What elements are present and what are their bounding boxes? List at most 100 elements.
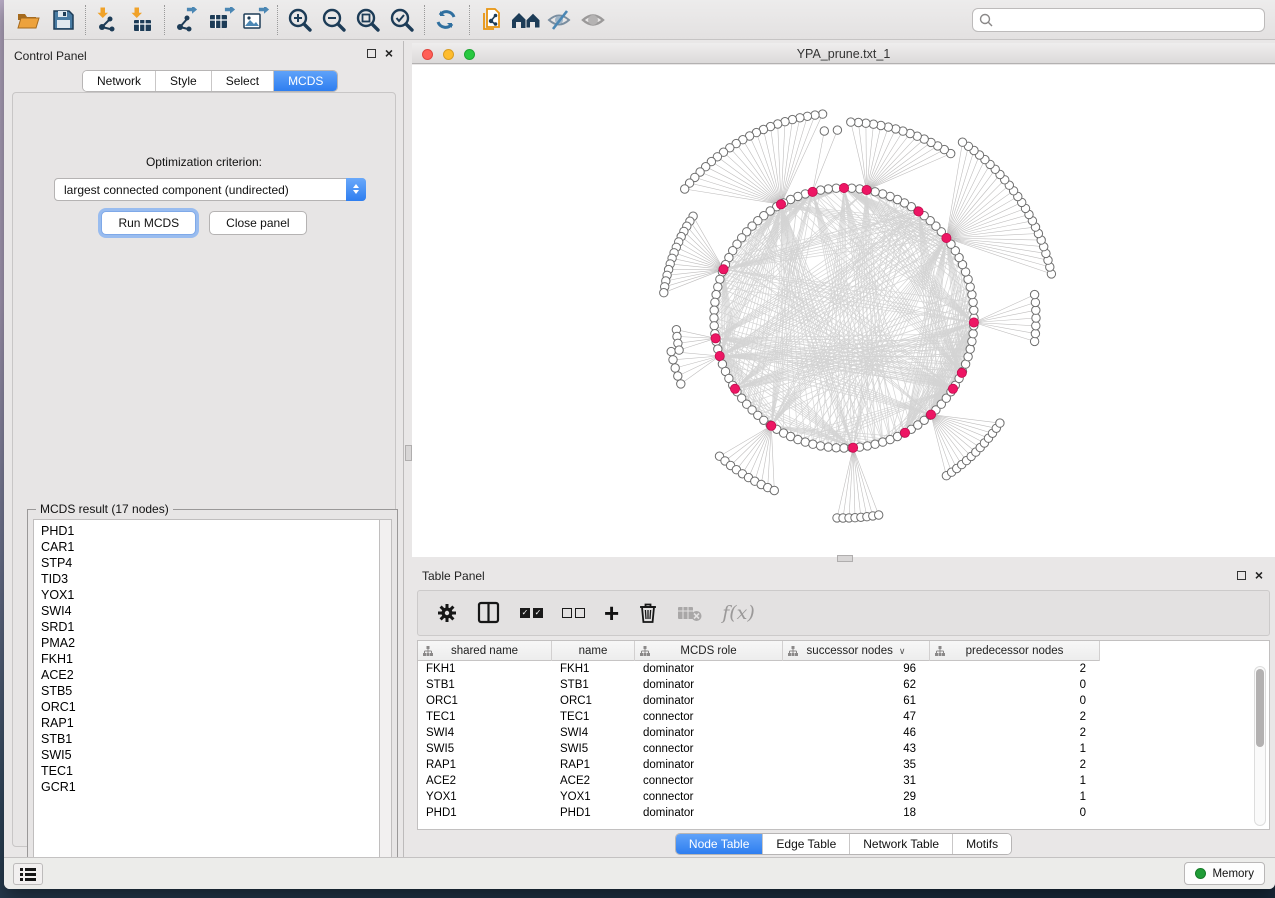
tab-select[interactable]: Select: [212, 71, 274, 91]
zoom-fit-icon[interactable]: [351, 4, 385, 36]
float-panel-icon[interactable]: [367, 49, 376, 58]
save-session-icon[interactable]: [46, 4, 80, 36]
column-header-MCDS-role[interactable]: MCDS role: [635, 641, 783, 661]
mcds-result-box: MCDS result (17 nodes) PHD1CAR1STP4TID3Y…: [27, 509, 398, 880]
tab-node-table[interactable]: Node Table: [676, 834, 764, 854]
table-row[interactable]: STB1STB1dominator620: [418, 677, 1269, 693]
deselect-all-icon[interactable]: [562, 598, 585, 628]
search-input[interactable]: [997, 13, 1258, 27]
show-all-icon[interactable]: [509, 4, 543, 36]
table-row[interactable]: RAP1RAP1dominator352: [418, 757, 1269, 773]
result-item[interactable]: STP4: [41, 555, 379, 571]
result-item[interactable]: ORC1: [41, 699, 379, 715]
table-row[interactable]: YOX1YOX1connector291: [418, 789, 1269, 805]
table-options-icon[interactable]: [436, 598, 458, 628]
refresh-icon[interactable]: [430, 4, 464, 36]
close-table-panel-icon[interactable]: ×: [1255, 569, 1263, 581]
column-header-shared-name[interactable]: shared name: [418, 641, 552, 661]
splitter-grip[interactable]: [405, 445, 412, 461]
table-cell: SWI5: [418, 741, 552, 757]
mcds-result-list[interactable]: PHD1CAR1STP4TID3YOX1SWI4SRD1PMA2FKH1ACE2…: [33, 519, 380, 874]
search-field[interactable]: [972, 8, 1265, 32]
table-cell: TEC1: [552, 709, 635, 725]
import-network-icon[interactable]: [91, 4, 125, 36]
tab-edge-table[interactable]: Edge Table: [763, 834, 850, 854]
float-table-panel-icon[interactable]: [1237, 571, 1246, 580]
result-item[interactable]: YOX1: [41, 587, 379, 603]
mcds-tab-content: Optimization criterion: largest connecte…: [12, 92, 396, 847]
column-header-predecessor-nodes[interactable]: predecessor nodes: [930, 641, 1100, 661]
table-row[interactable]: ACE2ACE2connector311: [418, 773, 1269, 789]
table-row[interactable]: PHD1PHD1dominator180: [418, 805, 1269, 821]
result-item[interactable]: ACE2: [41, 667, 379, 683]
tab-network[interactable]: Network: [83, 71, 156, 91]
result-item[interactable]: SWI4: [41, 603, 379, 619]
table-cell: TEC1: [418, 709, 552, 725]
result-item[interactable]: PHD1: [41, 523, 379, 539]
close-panel-button[interactable]: Close panel: [209, 211, 306, 235]
network-graph: [412, 65, 1275, 557]
table-cell: PHD1: [552, 805, 635, 821]
result-item[interactable]: GCR1: [41, 779, 379, 795]
search-icon: [979, 13, 993, 27]
network-canvas[interactable]: [412, 65, 1275, 557]
column-header-name[interactable]: name: [552, 641, 635, 661]
result-item[interactable]: STB1: [41, 731, 379, 747]
show-graphics-icon[interactable]: [577, 4, 611, 36]
column-layout-icon[interactable]: [477, 598, 501, 628]
tab-mcds[interactable]: MCDS: [274, 71, 337, 91]
column-header-successor-nodes[interactable]: successor nodes∨: [783, 641, 930, 661]
tab-motifs[interactable]: Motifs: [953, 834, 1011, 854]
result-item[interactable]: CAR1: [41, 539, 379, 555]
tab-network-table[interactable]: Network Table: [850, 834, 953, 854]
table-row[interactable]: FKH1FKH1dominator962: [418, 661, 1269, 677]
result-item[interactable]: STB5: [41, 683, 379, 699]
table-cell: FKH1: [418, 661, 552, 677]
result-item[interactable]: SWI5: [41, 747, 379, 763]
zoom-in-icon[interactable]: [283, 4, 317, 36]
export-table-icon[interactable]: [204, 4, 238, 36]
table-scrollbar-thumb[interactable]: [1256, 669, 1264, 747]
vertical-splitter[interactable]: [403, 41, 412, 857]
status-bar: Memory: [4, 857, 1275, 889]
table-cell: ACE2: [552, 773, 635, 789]
task-history-button[interactable]: [13, 863, 43, 885]
table-row[interactable]: TEC1TEC1connector472: [418, 709, 1269, 725]
result-item[interactable]: PMA2: [41, 635, 379, 651]
import-table-icon[interactable]: [125, 4, 159, 36]
zoom-out-icon[interactable]: [317, 4, 351, 36]
optimization-criterion-select[interactable]: largest connected component (undirected): [54, 178, 366, 201]
result-item[interactable]: TID3: [41, 571, 379, 587]
zoom-selected-icon[interactable]: [385, 4, 419, 36]
network-window-titlebar[interactable]: YPA_prune.txt_1: [412, 43, 1275, 64]
toolbar-separator: [277, 5, 278, 35]
hide-graphics-icon[interactable]: [543, 4, 577, 36]
result-item[interactable]: RAP1: [41, 715, 379, 731]
delete-table-icon: [677, 598, 703, 628]
clone-network-icon[interactable]: [475, 4, 509, 36]
cytoscape-window: Control Panel × Network Style Select MCD…: [4, 0, 1275, 889]
table-scrollbar[interactable]: [1254, 666, 1266, 826]
result-scrollbar[interactable]: [380, 519, 392, 874]
mcds-result-title: MCDS result (17 nodes): [36, 502, 173, 516]
horizontal-splitter-grip[interactable]: [837, 555, 853, 562]
select-all-icon[interactable]: ✓✓: [520, 598, 543, 628]
tab-style[interactable]: Style: [156, 71, 212, 91]
table-cell: STB1: [552, 677, 635, 693]
table-row[interactable]: ORC1ORC1dominator610: [418, 693, 1269, 709]
delete-columns-icon[interactable]: [638, 598, 658, 628]
memory-button[interactable]: Memory: [1184, 862, 1265, 885]
close-panel-icon[interactable]: ×: [385, 47, 393, 59]
table-panel-title: Table Panel: [422, 569, 485, 583]
export-network-icon[interactable]: [170, 4, 204, 36]
table-row[interactable]: SWI4SWI4dominator462: [418, 725, 1269, 741]
result-item[interactable]: TEC1: [41, 763, 379, 779]
table-row[interactable]: SWI5SWI5connector431: [418, 741, 1269, 757]
run-mcds-button[interactable]: Run MCDS: [101, 211, 196, 235]
result-item[interactable]: SRD1: [41, 619, 379, 635]
open-session-icon[interactable]: [12, 4, 46, 36]
table-cell: ORC1: [552, 693, 635, 709]
add-column-icon[interactable]: +: [604, 598, 619, 628]
export-image-icon[interactable]: [238, 4, 272, 36]
result-item[interactable]: FKH1: [41, 651, 379, 667]
